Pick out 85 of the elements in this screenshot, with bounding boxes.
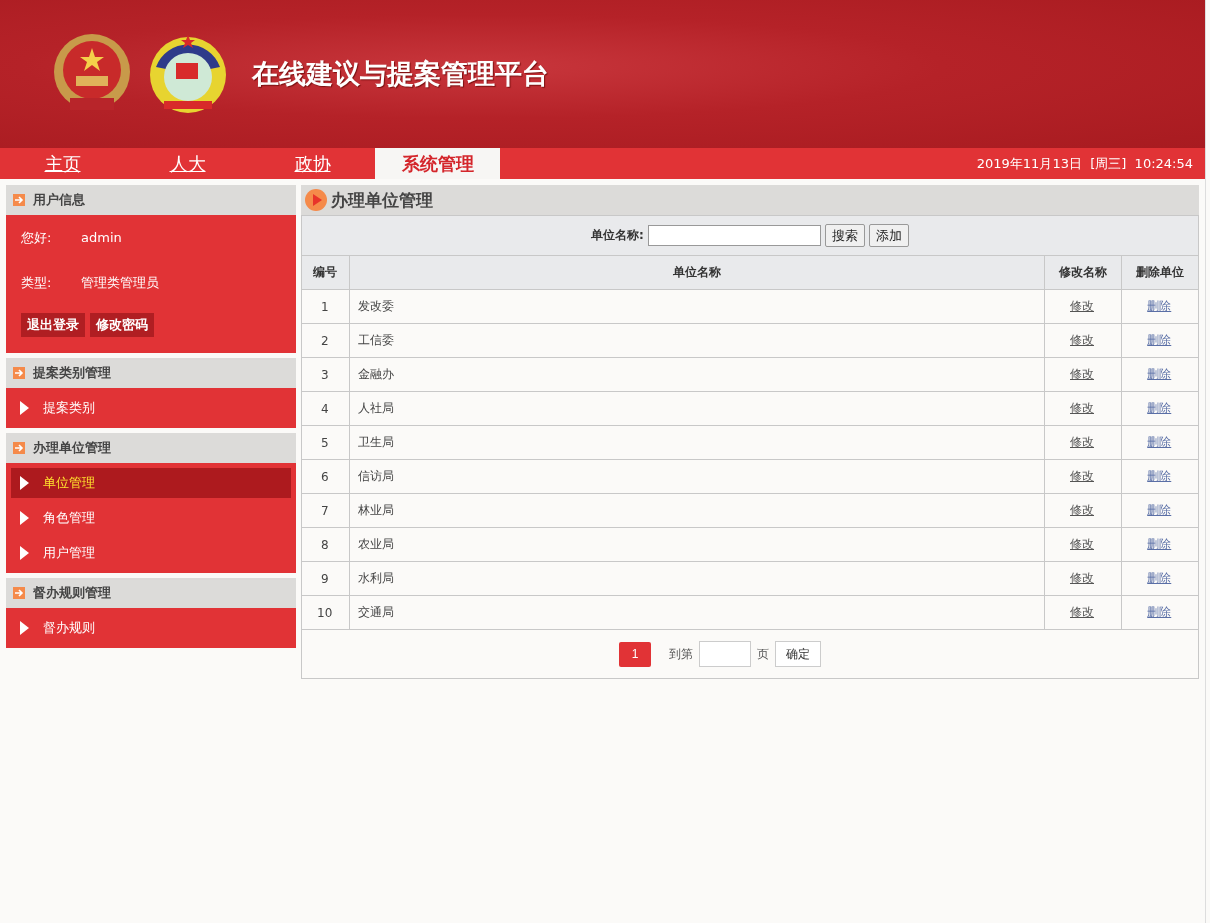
section-title: 提案类别管理 bbox=[33, 364, 111, 382]
table-cell: 交通局 bbox=[349, 595, 1044, 630]
user-type: 管理类管理员 bbox=[81, 273, 159, 292]
date-time: 2019年11月13日 [周三] 10:24:54 bbox=[976, 154, 1194, 173]
delete-link[interactable]: 删除 bbox=[1147, 503, 1172, 517]
arrow-icon bbox=[13, 587, 25, 599]
edit-link[interactable]: 修改 bbox=[1070, 401, 1094, 415]
delete-link[interactable]: 删除 bbox=[1147, 333, 1172, 347]
delete-link[interactable]: 删除 bbox=[1147, 435, 1172, 449]
triangle-icon bbox=[20, 621, 29, 635]
column-header: 编号 bbox=[302, 255, 349, 290]
edit-link[interactable]: 修改 bbox=[1070, 333, 1094, 347]
table-cell: 林业局 bbox=[349, 493, 1044, 528]
arrow-icon bbox=[13, 442, 25, 454]
section-title: 督办规则管理 bbox=[33, 584, 111, 602]
delete-link[interactable]: 删除 bbox=[1147, 367, 1172, 381]
table-cell: 卫生局 bbox=[349, 425, 1044, 460]
table-cell: 人社局 bbox=[349, 391, 1044, 426]
table-cell: 水利局 bbox=[349, 561, 1044, 596]
search-button[interactable]: 搜索 bbox=[824, 224, 865, 247]
edit-link[interactable]: 修改 bbox=[1070, 435, 1094, 449]
search-field[interactable] bbox=[647, 225, 821, 246]
edit-link[interactable]: 修改 bbox=[1070, 537, 1094, 551]
table-cell: 9 bbox=[302, 561, 349, 596]
account-button[interactable]: 退出登录 bbox=[21, 313, 85, 337]
menu-item[interactable]: 用户管理 bbox=[11, 538, 291, 568]
pager-label: 到第 bbox=[669, 645, 693, 663]
table-cell: 4 bbox=[302, 391, 349, 426]
column-header: 删除单位 bbox=[1121, 255, 1198, 290]
delete-link[interactable]: 删除 bbox=[1147, 537, 1172, 551]
play-icon bbox=[305, 189, 327, 211]
nav-tab[interactable]: 人大 bbox=[125, 148, 250, 179]
table-cell: 发改委 bbox=[349, 289, 1044, 324]
table-cell: 金融办 bbox=[349, 357, 1044, 392]
search-label: 单位名称: bbox=[591, 227, 644, 244]
delete-link[interactable]: 删除 bbox=[1147, 299, 1172, 313]
table-cell: 8 bbox=[302, 527, 349, 562]
page-field[interactable] bbox=[699, 641, 751, 667]
page-button[interactable]: 1 bbox=[619, 641, 651, 667]
nav-tab[interactable]: 主页 bbox=[0, 148, 125, 179]
info-label: 您好: bbox=[21, 228, 53, 247]
triangle-icon bbox=[20, 401, 29, 415]
delete-link[interactable]: 删除 bbox=[1147, 469, 1172, 483]
table-cell: 农业局 bbox=[349, 527, 1044, 562]
arrow-icon bbox=[13, 194, 25, 206]
menu-item[interactable]: 角色管理 bbox=[11, 503, 291, 533]
delete-link[interactable]: 删除 bbox=[1147, 401, 1172, 415]
table-cell: 3 bbox=[302, 357, 349, 392]
menu-item[interactable]: 督办规则 bbox=[11, 613, 291, 643]
info-label: 类型: bbox=[21, 273, 53, 292]
username: admin bbox=[81, 230, 122, 245]
edit-link[interactable]: 修改 bbox=[1070, 605, 1094, 619]
nav-tab[interactable]: 系统管理 bbox=[375, 148, 500, 179]
triangle-icon bbox=[20, 546, 29, 560]
triangle-icon bbox=[20, 511, 29, 525]
delete-link[interactable]: 删除 bbox=[1147, 571, 1172, 585]
page-title: 办理单位管理 bbox=[331, 188, 433, 212]
menu-item[interactable]: 提案类别 bbox=[11, 393, 291, 423]
triangle-icon bbox=[20, 476, 29, 490]
table-cell: 6 bbox=[302, 459, 349, 494]
search-button[interactable]: 添加 bbox=[868, 224, 909, 247]
edit-link[interactable]: 修改 bbox=[1070, 469, 1094, 483]
table-cell: 2 bbox=[302, 323, 349, 358]
column-header: 修改名称 bbox=[1044, 255, 1121, 290]
delete-link[interactable]: 删除 bbox=[1147, 605, 1172, 619]
confirm-button[interactable]: 确定 bbox=[775, 641, 821, 667]
site-title: 在线建议与提案管理平台 bbox=[252, 57, 549, 91]
nav-tab[interactable]: 政协 bbox=[250, 148, 375, 179]
edit-link[interactable]: 修改 bbox=[1070, 299, 1094, 313]
pager-label: 页 bbox=[757, 645, 769, 663]
table-cell: 10 bbox=[302, 595, 349, 630]
table-cell: 1 bbox=[302, 289, 349, 324]
table-cell: 5 bbox=[302, 425, 349, 460]
table-cell: 信访局 bbox=[349, 459, 1044, 494]
edit-link[interactable]: 修改 bbox=[1070, 571, 1094, 585]
section-title: 用户信息 bbox=[33, 191, 85, 209]
column-header: 单位名称 bbox=[349, 255, 1044, 290]
table-cell: 工信委 bbox=[349, 323, 1044, 358]
table-cell: 7 bbox=[302, 493, 349, 528]
menu-item[interactable]: 单位管理 bbox=[11, 468, 291, 498]
arrow-icon bbox=[13, 367, 25, 379]
edit-link[interactable]: 修改 bbox=[1070, 503, 1094, 517]
edit-link[interactable]: 修改 bbox=[1070, 367, 1094, 381]
section-title: 办理单位管理 bbox=[33, 439, 111, 457]
account-button[interactable]: 修改密码 bbox=[90, 313, 154, 337]
